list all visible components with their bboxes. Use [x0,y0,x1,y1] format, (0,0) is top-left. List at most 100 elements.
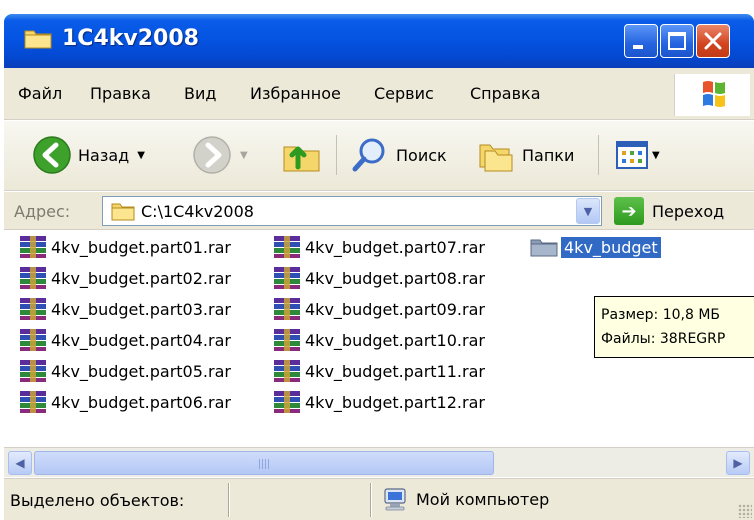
up-folder-icon [283,146,320,172]
file-name: 4kv_budget.part12.rar [305,392,485,412]
menu-help[interactable]: Справка [470,84,541,103]
file-item[interactable]: 4kv_budget.part05.rar [18,357,231,385]
address-bar: Адрес: C:\1C4kv2008 ▼ ➔ Переход [4,192,754,230]
file-name: 4kv_budget.part08.rar [305,268,485,288]
close-icon [704,32,722,50]
address-input[interactable]: C:\1C4kv2008 ▼ [102,196,602,226]
rar-archive-icon [20,360,46,382]
menu-edit[interactable]: Правка [90,84,151,103]
chevron-right-icon: ▶ [733,456,743,470]
menu-bar: Файл Правка Вид Избранное Сервис Справка [4,68,754,120]
file-name: 4kv_budget.part01.rar [51,237,231,257]
file-item[interactable]: 4kv_budget.part02.rar [18,264,231,292]
views-grid-icon [616,141,648,169]
tooltip-files: Файлы: 38REGRP [601,331,726,347]
rar-archive-icon [20,298,46,320]
address-value: C:\1C4kv2008 [141,201,254,221]
file-name: 4kv_budget.part02.rar [51,268,231,288]
folders-label: Папки [522,145,575,165]
file-item[interactable]: 4kv_budget.part07.rar [272,233,485,261]
file-item[interactable]: 4kv_budget.part04.rar [18,326,231,354]
file-item[interactable]: 4kv_budget.part10.rar [272,326,485,354]
up-folder-button[interactable] [280,131,324,179]
file-item[interactable]: 4kv_budget.part08.rar [272,264,485,292]
file-item[interactable]: 4kv_budget.part06.rar [18,388,231,416]
folder-icon [111,203,135,221]
file-name: 4kv_budget.part10.rar [305,330,485,350]
file-name: 4kv_budget.part04.rar [51,330,231,350]
status-location: Мой компьютер [382,487,549,511]
maximize-button[interactable] [660,24,694,58]
search-label: Поиск [396,145,447,165]
rar-archive-icon [20,329,46,351]
back-button[interactable]: Назад ▼ [32,131,145,179]
folder-name: 4kv_budget [560,235,662,259]
rar-archive-icon [20,267,46,289]
file-item[interactable]: 4kv_budget.part01.rar [18,233,231,261]
file-item[interactable]: 4kv_budget.part03.rar [18,295,231,323]
search-icon [352,138,385,172]
folders-button[interactable]: Папки [476,131,574,179]
address-dropdown-button[interactable]: ▼ [576,198,600,224]
horizontal-scrollbar[interactable]: ◀ ▶ [4,447,754,477]
file-name: 4kv_budget.part03.rar [51,299,231,319]
minimize-icon [633,45,643,49]
rar-archive-icon [274,267,300,289]
title-bar[interactable]: 1C4kv2008 [4,14,754,68]
status-selected-count: Выделено объектов: [10,491,185,510]
file-name: 4kv_budget.part11.rar [305,361,485,381]
file-item[interactable]: 4kv_budget.part11.rar [272,357,485,385]
windows-flag-icon [703,81,725,107]
status-location-text: Мой компьютер [416,489,550,509]
rar-archive-icon [274,360,300,382]
search-button[interactable]: Поиск [350,131,447,179]
folder-icon [530,239,558,257]
status-bar: Выделено объектов: Мой компьютер [4,478,754,520]
menu-favorites[interactable]: Избранное [250,84,341,103]
file-item[interactable]: 4kv_budget.part09.rar [272,295,485,323]
my-computer-icon [384,488,406,511]
scroll-left-button[interactable]: ◀ [8,451,32,475]
resize-grip[interactable] [738,504,752,518]
toolbar-separator [336,135,337,175]
scrollbar-grip [259,459,271,469]
file-item[interactable]: 4kv_budget.part12.rar [272,388,485,416]
minimize-button[interactable] [624,24,658,58]
file-name: 4kv_budget.part05.rar [51,361,231,381]
forward-arrow-icon [193,136,231,174]
rar-archive-icon [20,391,46,413]
go-button[interactable]: ➔ Переход [614,196,724,226]
tooltip-size: Размер: 10,8 МБ [601,307,720,323]
file-name: 4kv_budget.part07.rar [305,237,485,257]
folder-item-selected[interactable]: 4kv_budget [530,233,662,261]
windows-logo [674,74,750,116]
status-separator [228,483,230,517]
forward-dropdown-icon: ▼ [240,149,248,161]
go-arrow-icon: ➔ [614,197,644,225]
chevron-left-icon: ◀ [15,456,25,470]
toolbar: Назад ▼ ▼ Поиск Папки ▼ [4,121,754,191]
menu-view[interactable]: Вид [184,84,216,103]
views-dropdown-icon[interactable]: ▼ [652,150,660,161]
window-title: 1C4kv2008 [62,26,199,51]
file-name: 4kv_budget.part06.rar [51,392,231,412]
back-arrow-icon [33,136,71,174]
status-separator [370,483,372,517]
scroll-right-button[interactable]: ▶ [726,451,750,475]
back-dropdown-icon[interactable]: ▼ [137,150,145,161]
address-label: Адрес: [14,202,71,221]
toolbar-separator [598,135,599,175]
scrollbar-thumb[interactable] [34,451,494,475]
forward-button[interactable]: ▼ [192,131,248,179]
tooltip: Размер: 10,8 МБ Файлы: 38REGRP [594,296,754,358]
close-button[interactable] [696,24,730,58]
maximize-icon [668,32,686,50]
views-button[interactable]: ▼ [614,131,660,179]
rar-archive-icon [274,391,300,413]
file-name: 4kv_budget.part09.rar [305,299,485,319]
menu-file[interactable]: Файл [18,84,62,103]
menu-tools[interactable]: Сервис [374,84,434,103]
rar-archive-icon [274,329,300,351]
back-label: Назад [78,145,130,165]
go-label: Переход [652,201,725,221]
